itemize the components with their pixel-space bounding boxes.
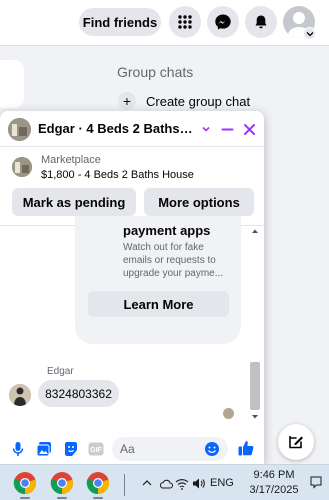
language-indicator[interactable]: ENG (210, 477, 234, 489)
chrome-taskbar-app-1[interactable] (13, 471, 37, 495)
scroll-up-arrow-icon (252, 229, 258, 233)
microphone-icon (12, 442, 24, 456)
chrome-icon (50, 472, 74, 495)
chrome-taskbar-app-2[interactable] (50, 471, 74, 495)
mark-as-pending-button[interactable]: Mark as pending (12, 188, 136, 216)
chrome-taskbar-app-3[interactable] (86, 471, 110, 495)
safety-card-body: Watch out for fake emails or requests to… (123, 242, 224, 279)
account-menu-chevron[interactable] (303, 27, 316, 40)
top-navigation-bar: Find friends (0, 0, 329, 46)
messenger-icon (215, 14, 231, 30)
safety-card-heading: payment apps (123, 223, 211, 238)
person-photo-icon (9, 384, 31, 406)
new-message-button[interactable] (278, 424, 314, 460)
marketplace-label: Marketplace (41, 154, 101, 166)
listing-title[interactable]: $1,800 - 4 Beds 2 Baths House (41, 169, 194, 181)
messenger-button[interactable] (207, 6, 239, 38)
compose-icon (289, 435, 303, 449)
contact-avatar[interactable] (8, 118, 31, 141)
plus-icon: + (118, 92, 136, 110)
minimize-chat-button[interactable] (219, 121, 235, 137)
create-group-chat-button[interactable]: + Create group chat (118, 92, 250, 110)
house-thumbnail-icon (12, 157, 32, 177)
seen-indicator-avatar (223, 408, 234, 419)
chat-header[interactable]: Edgar · 4 Beds 2 Baths Hou... (0, 111, 264, 147)
chat-options-button[interactable] (198, 121, 214, 137)
svg-text:GIF: GIF (90, 447, 102, 454)
close-chat-button[interactable] (241, 121, 257, 137)
group-chats-heading: Group chats (117, 64, 194, 80)
message-bubble[interactable]: 8324803362 (38, 380, 119, 407)
chrome-icon (13, 472, 37, 495)
clock-time: 9:46 PM (253, 469, 295, 481)
scrollbar-thumb[interactable] (250, 362, 260, 410)
thumbs-up-icon (238, 441, 254, 456)
house-thumbnail-icon (8, 118, 31, 141)
gif-button[interactable]: GIF (88, 441, 104, 457)
close-icon (243, 123, 255, 135)
background-card (0, 60, 24, 108)
taskbar-active-indicator (57, 497, 67, 499)
sender-name: Edgar (47, 366, 74, 377)
find-friends-button[interactable]: Find friends (79, 8, 161, 36)
taskbar-divider (124, 474, 125, 496)
gif-icon: GIF (88, 442, 104, 456)
marketplace-listing-card: Marketplace $1,800 - 4 Beds 2 Baths Hous… (0, 148, 264, 226)
sticker-button[interactable] (63, 441, 79, 457)
sender-avatar[interactable] (9, 384, 31, 406)
clock-date: 3/17/2025 (249, 484, 299, 496)
bell-icon (255, 15, 267, 29)
chat-title[interactable]: Edgar · 4 Beds 2 Baths Hou... (38, 121, 193, 136)
menu-button[interactable] (169, 6, 201, 38)
more-options-button[interactable]: More options (144, 188, 254, 216)
taskbar-active-indicator (93, 497, 103, 499)
cloud-icon[interactable] (159, 477, 173, 490)
attach-photo-button[interactable] (36, 441, 52, 457)
minimize-icon (221, 128, 233, 130)
wifi-icon[interactable] (175, 477, 189, 490)
chrome-icon (86, 472, 110, 495)
chevron-down-icon (202, 126, 210, 132)
taskbar-clock[interactable]: 9:46 PM 3/17/2025 (244, 468, 304, 498)
volume-icon[interactable] (192, 477, 206, 490)
grid-menu-icon (178, 15, 192, 29)
sticker-icon (65, 442, 77, 456)
create-group-label: Create group chat (146, 93, 251, 109)
photo-icon (36, 442, 51, 457)
chevron-down-icon (306, 31, 313, 36)
show-hidden-icons-chevron-icon[interactable] (141, 477, 153, 489)
voice-clip-button[interactable] (10, 441, 26, 457)
notification-center-icon[interactable] (309, 475, 323, 489)
like-button[interactable] (237, 439, 255, 457)
scroll-down-arrow-icon (252, 415, 258, 419)
notifications-button[interactable] (245, 6, 277, 38)
taskbar-active-indicator (20, 497, 30, 499)
emoji-icon[interactable] (204, 441, 220, 457)
listing-thumbnail[interactable] (12, 157, 32, 177)
learn-more-button[interactable]: Learn More (88, 291, 229, 317)
